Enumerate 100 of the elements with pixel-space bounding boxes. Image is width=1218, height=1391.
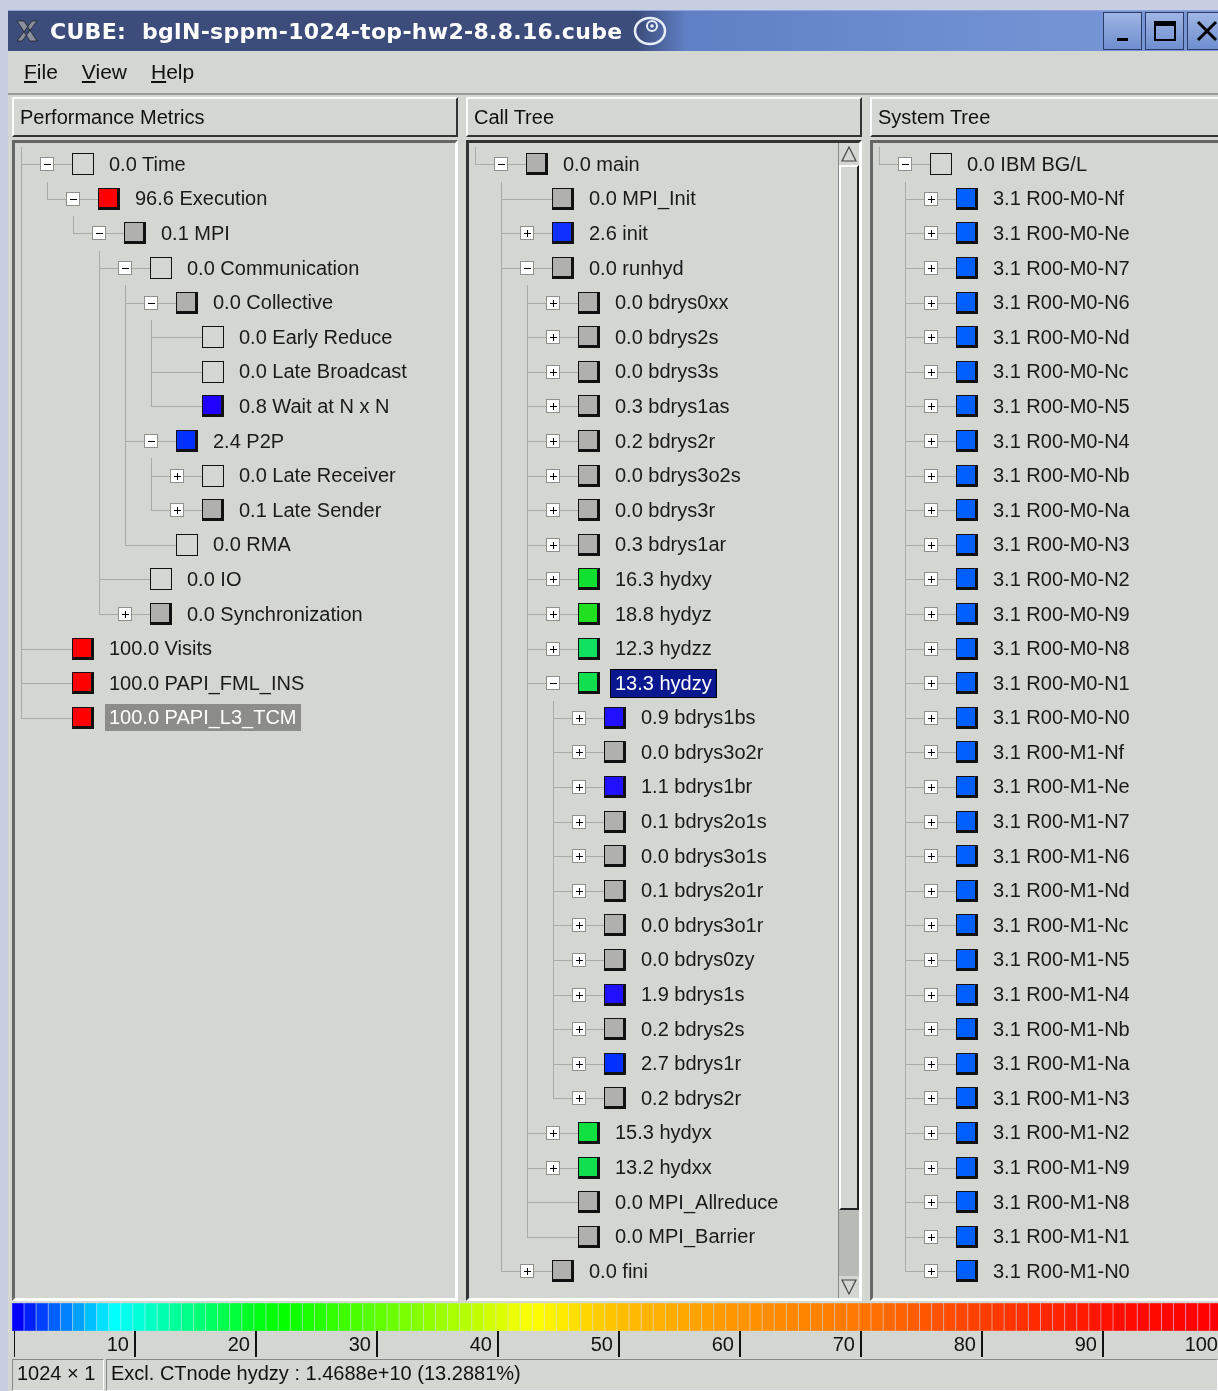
expand-button[interactable]: [924, 710, 938, 725]
tree-item[interactable]: 13.3 hydzy: [611, 669, 716, 697]
tree-item[interactable]: 1.1 bdrys1br: [637, 773, 757, 801]
tree-item[interactable]: 3.1 R00-M0-N3: [989, 531, 1134, 559]
tree-item[interactable]: 0.1 Late Sender: [235, 496, 386, 524]
tree-item[interactable]: 96.6 Execution: [131, 185, 272, 213]
expand-button[interactable]: [546, 434, 560, 449]
tree-item[interactable]: 3.1 R00-M1-Ne: [989, 773, 1134, 801]
tree-item[interactable]: 3.1 R00-M1-N8: [989, 1188, 1134, 1216]
tree-item[interactable]: 0.0 bdrys0xx: [611, 289, 733, 317]
tree-item[interactable]: 15.3 hydyx: [611, 1119, 716, 1147]
expand-button[interactable]: [546, 1125, 560, 1140]
expand-button[interactable]: [924, 1091, 938, 1106]
expand-button[interactable]: [546, 468, 560, 483]
expand-button[interactable]: [546, 399, 560, 414]
expand-button[interactable]: [924, 883, 938, 898]
expand-button[interactable]: [546, 641, 560, 656]
expand-button[interactable]: [924, 364, 938, 379]
collapse-button[interactable]: [66, 191, 80, 206]
tree-item[interactable]: 3.1 R00-M1-N5: [989, 946, 1134, 974]
tree-item[interactable]: 0.2 bdrys2s: [637, 1015, 749, 1043]
collapse-button[interactable]: [40, 157, 54, 172]
expand-button[interactable]: [572, 710, 586, 725]
expand-button[interactable]: [546, 295, 560, 310]
collapse-button[interactable]: [520, 261, 534, 276]
tree-item[interactable]: 0.0 Early Reduce: [235, 323, 397, 351]
expand-button[interactable]: [924, 434, 938, 449]
tree-item[interactable]: 3.1 R00-M1-N1: [989, 1223, 1134, 1251]
expand-button[interactable]: [572, 1091, 586, 1106]
tree-item[interactable]: 0.1 bdrys2o1r: [637, 877, 768, 905]
collapse-button[interactable]: [144, 434, 158, 449]
expand-button[interactable]: [924, 745, 938, 760]
tree-item[interactable]: 3.1 R00-M0-Na: [989, 496, 1134, 524]
tree-item[interactable]: 0.0 MPI_Allreduce: [611, 1188, 783, 1216]
tree-item[interactable]: 100.0 Visits: [105, 635, 217, 663]
tree-item[interactable]: 3.1 R00-M1-N7: [989, 808, 1134, 836]
tree-item[interactable]: 3.1 R00-M1-N3: [989, 1084, 1134, 1112]
expand-button[interactable]: [924, 1022, 938, 1037]
expand-button[interactable]: [924, 330, 938, 345]
tree-item[interactable]: 0.0 fini: [585, 1257, 652, 1285]
tree-item[interactable]: 3.1 R00-M1-N2: [989, 1119, 1134, 1147]
expand-button[interactable]: [924, 952, 938, 967]
panel-header[interactable]: System Tree: [870, 97, 1218, 137]
tree-item[interactable]: 3.1 R00-M0-N6: [989, 289, 1134, 317]
tree-item[interactable]: 0.0 bdrys0zy: [637, 946, 759, 974]
expand-button[interactable]: [924, 849, 938, 864]
collapse-button[interactable]: [144, 295, 158, 310]
tree-item[interactable]: 0.3 bdrys1ar: [611, 531, 731, 559]
expand-button[interactable]: [520, 1264, 534, 1279]
expand-button[interactable]: [924, 918, 938, 933]
expand-button[interactable]: [546, 364, 560, 379]
tree-item[interactable]: 3.1 R00-M1-N6: [989, 842, 1134, 870]
expand-button[interactable]: [924, 191, 938, 206]
tree-item[interactable]: 2.4 P2P: [209, 427, 289, 455]
tree-item[interactable]: 0.0 bdrys3s: [611, 358, 723, 386]
expand-button[interactable]: [520, 226, 534, 241]
tree-item[interactable]: 0.3 bdrys1as: [611, 392, 734, 420]
tree-item[interactable]: 0.0 IO: [183, 565, 246, 593]
scroll-down-button[interactable]: [839, 1276, 859, 1298]
tree-item[interactable]: 0.9 bdrys1bs: [637, 704, 760, 732]
maximize-button[interactable]: [1145, 12, 1184, 50]
close-button[interactable]: [1187, 12, 1218, 50]
collapse-button[interactable]: [118, 261, 132, 276]
tree-item[interactable]: 3.1 R00-M1-Nf: [989, 738, 1129, 766]
tree-item[interactable]: 0.0 main: [559, 150, 644, 178]
expand-button[interactable]: [572, 745, 586, 760]
tree-item[interactable]: 0.0 IBM BG/L: [963, 150, 1092, 178]
collapse-button[interactable]: [494, 157, 508, 172]
expand-button[interactable]: [924, 607, 938, 621]
tree-item[interactable]: 3.1 R00-M0-Nf: [989, 185, 1129, 213]
tree-item[interactable]: 3.1 R00-M1-N9: [989, 1154, 1134, 1181]
tree-item[interactable]: 0.0 RMA: [209, 531, 295, 559]
tree-item[interactable]: 2.6 init: [585, 220, 652, 247]
expand-button[interactable]: [924, 676, 938, 691]
expand-button[interactable]: [546, 503, 560, 518]
tree-item[interactable]: 0.0 MPI_Barrier: [611, 1223, 760, 1251]
tree-item[interactable]: 3.1 R00-M0-N1: [989, 669, 1134, 697]
expand-button[interactable]: [924, 814, 938, 829]
expand-button[interactable]: [924, 503, 938, 518]
expand-button[interactable]: [572, 780, 586, 794]
tree-item[interactable]: 0.0 MPI_Init: [585, 185, 700, 213]
expand-button[interactable]: [572, 918, 586, 933]
expand-button[interactable]: [924, 1229, 938, 1244]
tree-item[interactable]: 3.1 R00-M0-N5: [989, 392, 1134, 420]
expand-button[interactable]: [924, 468, 938, 483]
expand-button[interactable]: [170, 503, 184, 518]
tree-item[interactable]: 0.0 bdrys3o1s: [637, 842, 771, 870]
tree-item[interactable]: 0.2 bdrys2r: [611, 427, 720, 455]
tree-item[interactable]: 0.0 Synchronization: [183, 600, 367, 628]
expand-button[interactable]: [546, 607, 560, 621]
tree-item[interactable]: 3.1 R00-M0-N8: [989, 635, 1134, 663]
tree-item[interactable]: 0.0 bdrys3o1r: [637, 911, 768, 939]
expand-button[interactable]: [572, 987, 586, 1002]
tree-item[interactable]: 3.1 R00-M0-N9: [989, 600, 1134, 628]
tree-item[interactable]: 0.0 bdrys3o2r: [637, 738, 768, 766]
expand-button[interactable]: [924, 1125, 938, 1140]
tree-item[interactable]: 0.0 Time: [105, 150, 190, 178]
tree-item[interactable]: 2.7 bdrys1r: [637, 1050, 746, 1078]
panel-header[interactable]: Call Tree: [466, 97, 862, 137]
tree-item[interactable]: 0.0 runhyd: [585, 254, 688, 282]
